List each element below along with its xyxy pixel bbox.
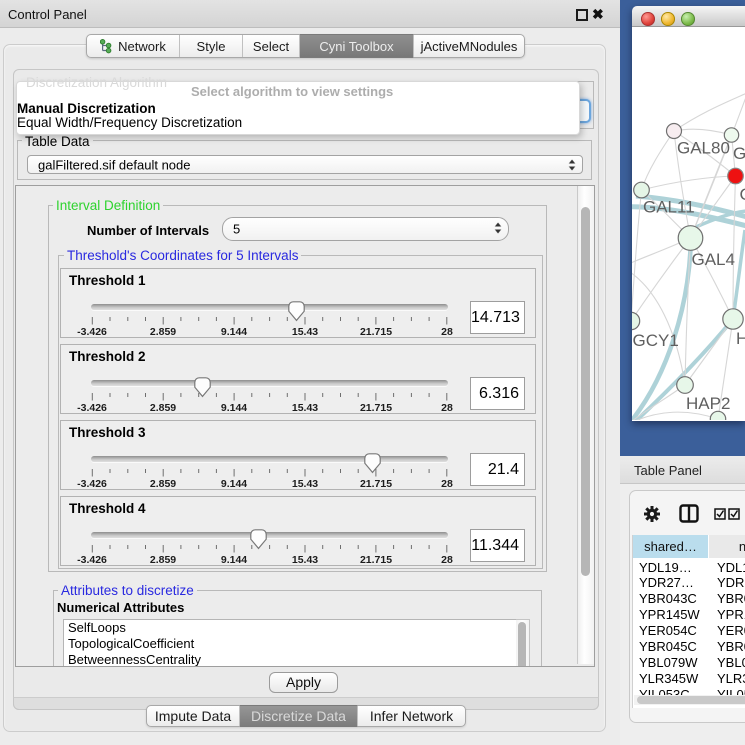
svg-text:GAL: GAL	[733, 144, 745, 163]
svg-text:C: C	[740, 185, 745, 204]
svg-text:GAL80: GAL80	[677, 139, 730, 158]
svg-text:GCY1: GCY1	[633, 331, 679, 350]
svg-text:GAL4: GAL4	[692, 250, 735, 269]
svg-text:HIS: HIS	[736, 329, 745, 348]
svg-text:HAP2: HAP2	[686, 394, 730, 413]
svg-text:GAL11: GAL11	[643, 198, 695, 217]
